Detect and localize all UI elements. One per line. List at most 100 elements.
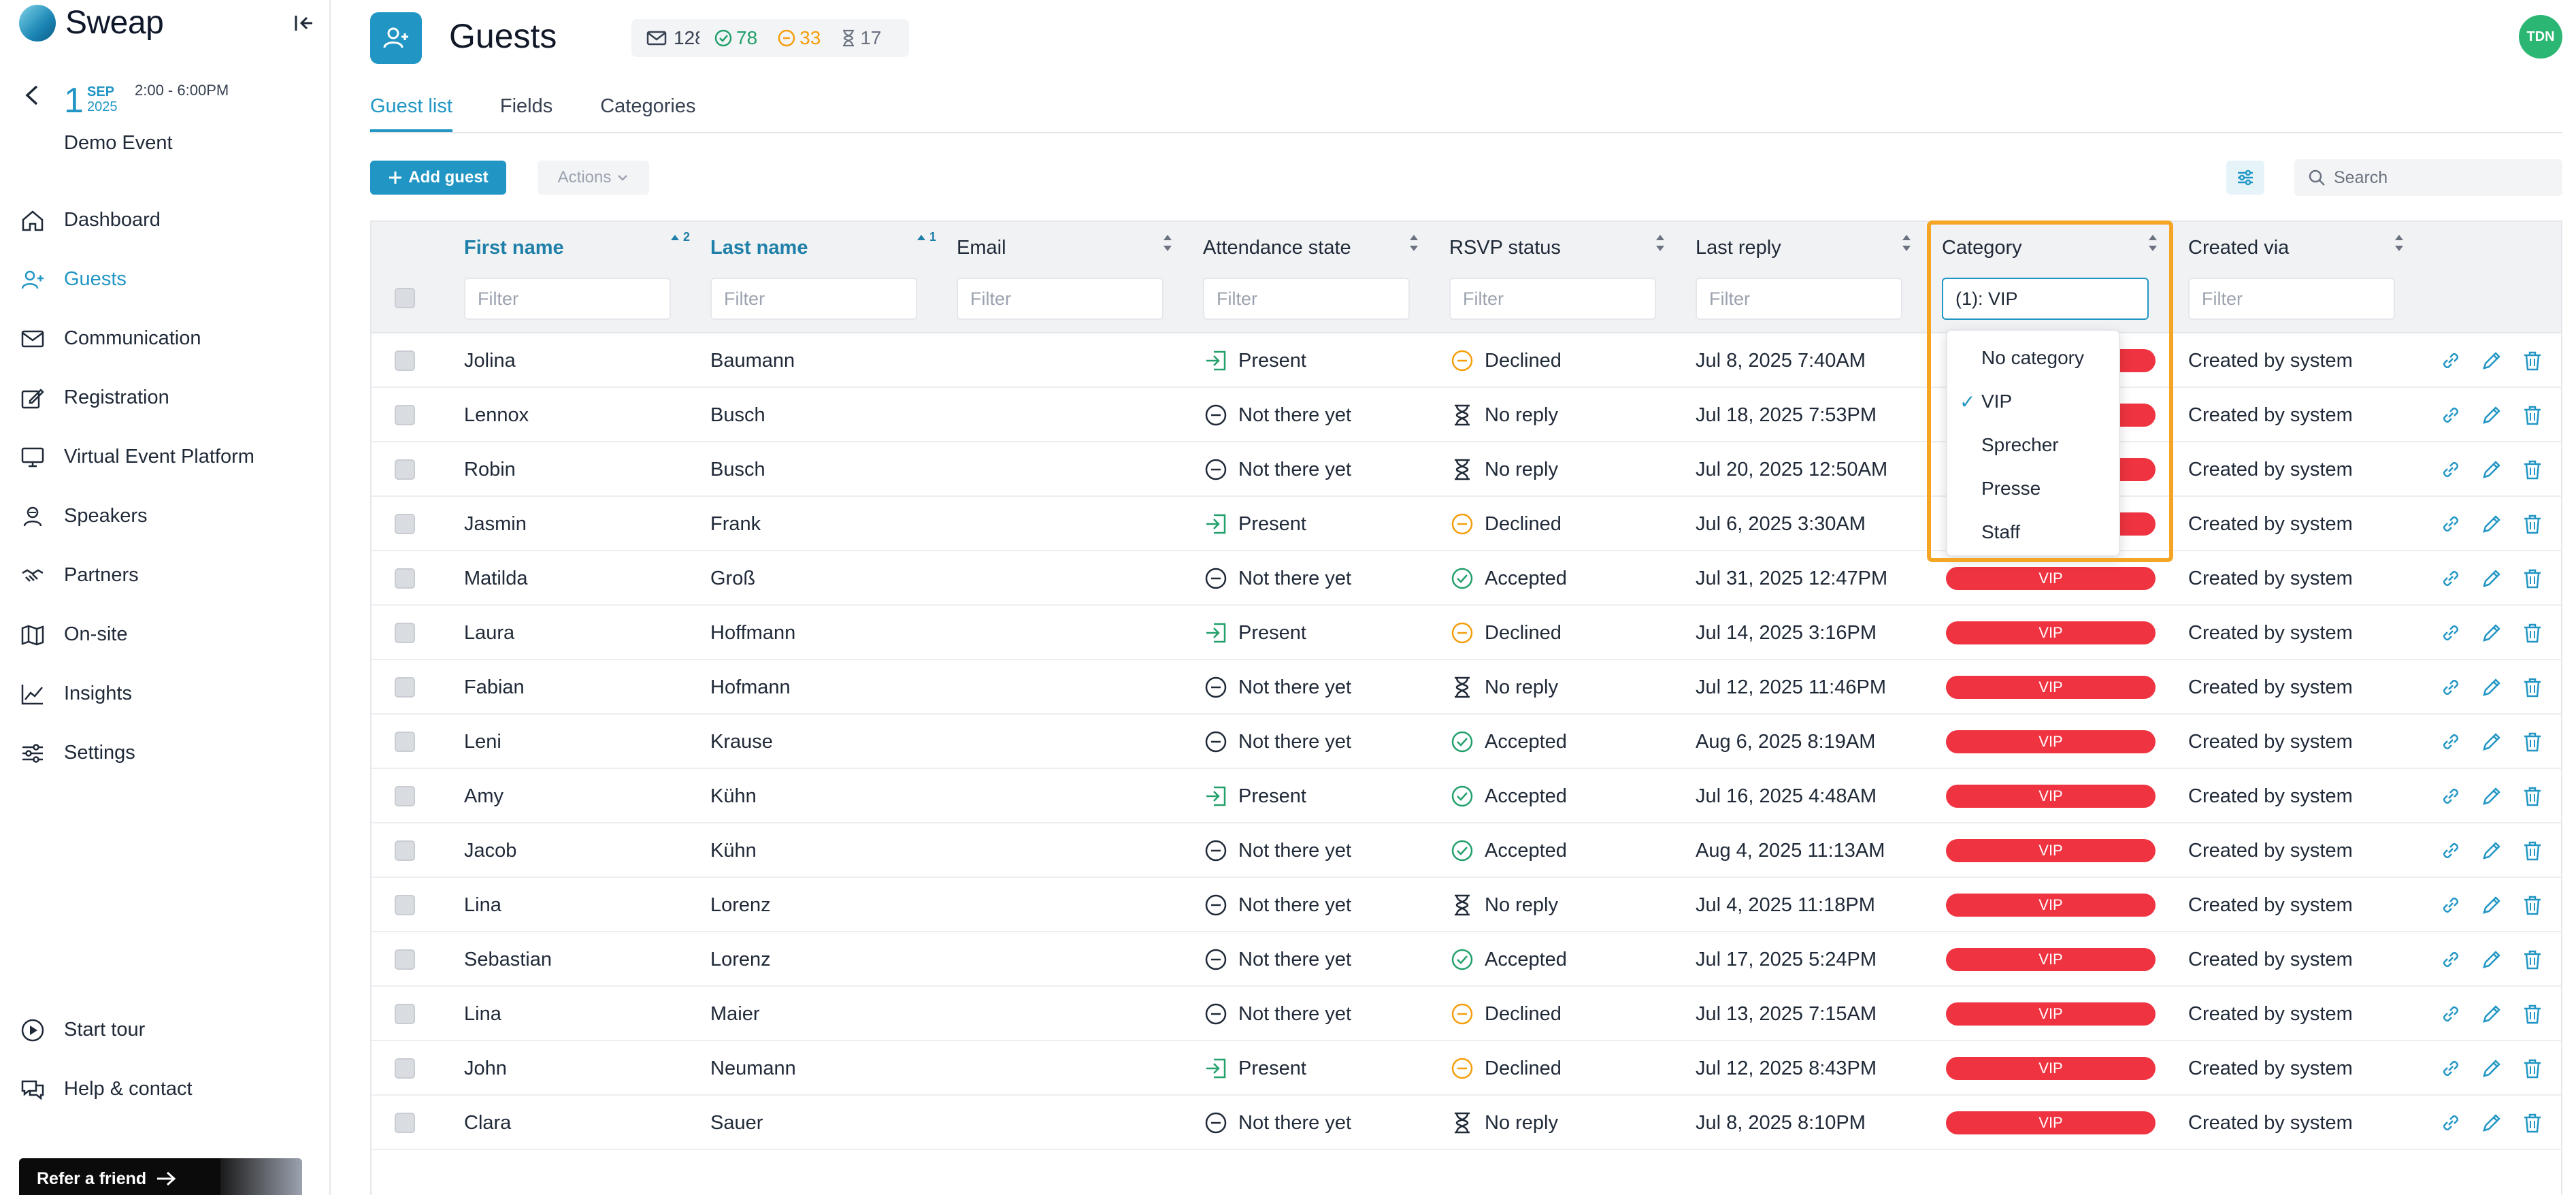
edit-icon[interactable] — [2481, 404, 2503, 426]
link-icon[interactable] — [2440, 840, 2462, 862]
link-icon[interactable] — [2440, 513, 2462, 535]
edit-icon[interactable] — [2481, 676, 2503, 698]
trash-icon[interactable] — [2522, 949, 2543, 970]
row-checkbox[interactable] — [395, 623, 415, 643]
column-header-category[interactable]: Category — [1942, 237, 2022, 259]
link-icon[interactable] — [2440, 1112, 2462, 1134]
edit-icon[interactable] — [2481, 1112, 2503, 1134]
edit-icon[interactable] — [2481, 350, 2503, 372]
row-checkbox[interactable] — [395, 1113, 415, 1133]
table-row[interactable]: Lina Maier Not there yet Declined Jul 13, 20… — [371, 987, 2561, 1041]
edit-icon[interactable] — [2481, 1058, 2503, 1079]
sidebar-item-insights[interactable]: Insights — [0, 664, 329, 723]
category-option-no-category[interactable]: No category — [1947, 336, 2119, 380]
tab-categories[interactable]: Categories — [600, 95, 695, 132]
trash-icon[interactable] — [2522, 350, 2543, 372]
trash-icon[interactable] — [2522, 785, 2543, 807]
table-row[interactable]: Fabian Hofmann Not there yet No reply Jul 12… — [371, 660, 2561, 715]
link-icon[interactable] — [2440, 350, 2462, 372]
trash-icon[interactable] — [2522, 513, 2543, 535]
filter-rsvp-status[interactable] — [1449, 278, 1656, 320]
category-option-vip[interactable]: ✓ VIP — [1947, 380, 2119, 423]
filter-email[interactable] — [957, 278, 1163, 320]
trash-icon[interactable] — [2522, 894, 2543, 916]
trash-icon[interactable] — [2522, 568, 2543, 589]
row-checkbox[interactable] — [395, 949, 415, 970]
row-checkbox[interactable] — [395, 514, 415, 534]
link-icon[interactable] — [2440, 1003, 2462, 1025]
sort-icon[interactable] — [1407, 233, 1432, 260]
link-icon[interactable] — [2440, 404, 2462, 426]
edit-icon[interactable] — [2481, 785, 2503, 807]
trash-icon[interactable] — [2522, 459, 2543, 480]
row-checkbox[interactable] — [395, 840, 415, 861]
row-checkbox[interactable] — [395, 895, 415, 915]
table-row[interactable]: Laura Hoffmann Present Declined Jul 14, 2025… — [371, 606, 2561, 660]
sort-icon[interactable] — [2392, 233, 2417, 260]
edit-icon[interactable] — [2481, 568, 2503, 589]
column-header-created-via[interactable]: Created via — [2188, 237, 2289, 259]
link-icon[interactable] — [2440, 568, 2462, 589]
category-option-presse[interactable]: Presse — [1947, 467, 2119, 510]
sort-icon[interactable] — [2146, 233, 2170, 260]
table-row[interactable]: Sebastian Lorenz Not there yet Accepted Jul … — [371, 932, 2561, 987]
trash-icon[interactable] — [2522, 676, 2543, 698]
sort-icon[interactable] — [1653, 233, 1678, 260]
trash-icon[interactable] — [2522, 1003, 2543, 1025]
trash-icon[interactable] — [2522, 840, 2543, 862]
link-icon[interactable] — [2440, 894, 2462, 916]
sort-icon[interactable] — [1900, 233, 1924, 260]
app-logo[interactable]: Sweap — [19, 4, 164, 42]
filter-created-via[interactable] — [2188, 278, 2395, 320]
sidebar-item-speakers[interactable]: Speakers — [0, 487, 329, 546]
trash-icon[interactable] — [2522, 1112, 2543, 1134]
column-header-attendance-state[interactable]: Attendance state — [1203, 237, 1351, 259]
link-icon[interactable] — [2440, 622, 2462, 644]
edit-icon[interactable] — [2481, 622, 2503, 644]
column-header-last-name[interactable]: Last name — [710, 237, 808, 259]
edit-icon[interactable] — [2481, 459, 2503, 480]
user-avatar[interactable]: TDN — [2519, 15, 2562, 59]
actions-dropdown-button[interactable]: Actions — [538, 161, 649, 195]
row-checkbox[interactable] — [395, 1058, 415, 1079]
column-header-email[interactable]: Email — [957, 237, 1006, 259]
category-option-staff[interactable]: Staff — [1947, 510, 2119, 554]
table-row[interactable]: Lina Lorenz Not there yet No reply Jul 4, 20… — [371, 878, 2561, 932]
link-icon[interactable] — [2440, 785, 2462, 807]
link-icon[interactable] — [2440, 676, 2462, 698]
filter-last-reply[interactable] — [1696, 278, 1902, 320]
table-row[interactable]: Clara Sauer Not there yet No reply Jul 8, 20… — [371, 1096, 2561, 1150]
link-icon[interactable] — [2440, 949, 2462, 970]
edit-icon[interactable] — [2481, 731, 2503, 753]
sidebar-item-registration[interactable]: Registration — [0, 368, 329, 427]
collapse-sidebar-button[interactable] — [288, 10, 318, 37]
filter-last-name[interactable] — [710, 278, 917, 320]
sidebar-item-help-contact[interactable]: Help & contact — [0, 1060, 329, 1119]
table-settings-button[interactable] — [2226, 161, 2264, 195]
row-checkbox[interactable] — [395, 405, 415, 425]
category-option-sprecher[interactable]: Sprecher — [1947, 423, 2119, 467]
trash-icon[interactable] — [2522, 622, 2543, 644]
sidebar-item-on-site[interactable]: On-site — [0, 605, 329, 664]
table-row[interactable]: Matilda Groß Not there yet Accepted Jul 31, … — [371, 551, 2561, 606]
row-checkbox[interactable] — [395, 677, 415, 698]
sidebar-item-start-tour[interactable]: Start tour — [0, 1000, 329, 1060]
select-all-checkbox[interactable] — [395, 288, 415, 308]
filter-category[interactable] — [1942, 278, 2149, 320]
row-checkbox[interactable] — [395, 732, 415, 752]
row-checkbox[interactable] — [395, 350, 415, 371]
search-input[interactable] — [2334, 167, 2552, 188]
back-button[interactable] — [19, 79, 46, 112]
row-checkbox[interactable] — [395, 1004, 415, 1024]
link-icon[interactable] — [2440, 459, 2462, 480]
edit-icon[interactable] — [2481, 949, 2503, 970]
table-row[interactable]: Jasmin Frank Present Declined Jul 6, 2025 3:… — [371, 497, 2561, 551]
table-row[interactable]: Lennox Busch Not there yet No reply Jul 18, … — [371, 388, 2561, 442]
edit-icon[interactable] — [2481, 894, 2503, 916]
refer-friend-button[interactable]: Refer a friend — [19, 1158, 302, 1195]
row-checkbox[interactable] — [395, 568, 415, 589]
add-guest-button[interactable]: Add guest — [370, 161, 506, 195]
edit-icon[interactable] — [2481, 1003, 2503, 1025]
column-header-rsvp-status[interactable]: RSVP status — [1449, 237, 1561, 259]
sidebar-item-partners[interactable]: Partners — [0, 546, 329, 605]
